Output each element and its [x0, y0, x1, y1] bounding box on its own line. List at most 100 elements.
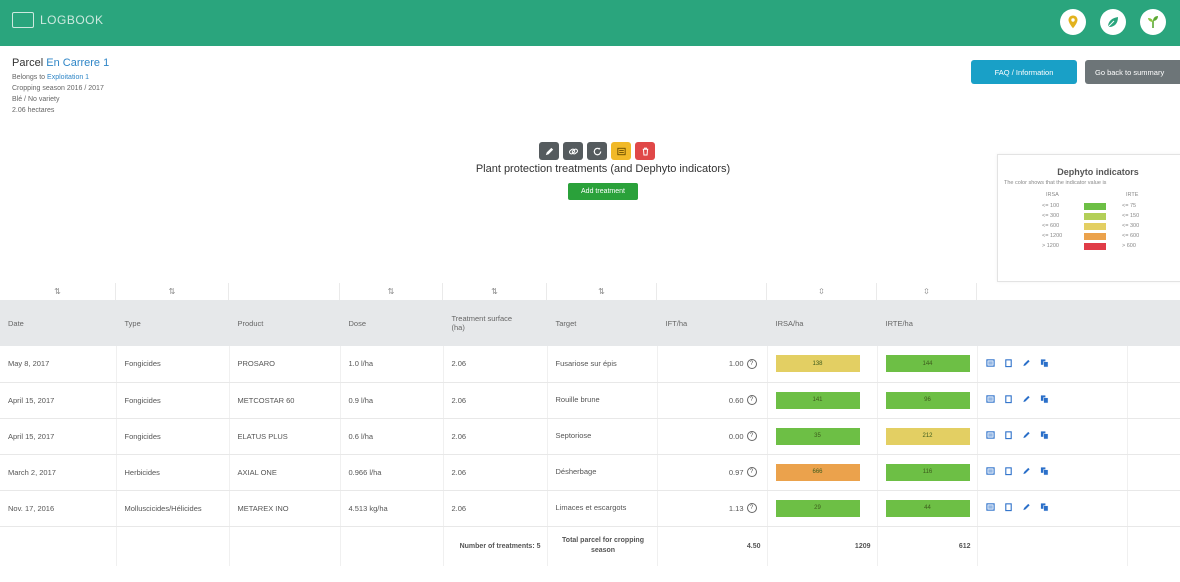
- duplicate-icon[interactable]: [1040, 502, 1049, 514]
- legend-subtitle: The color shows that the indicator value…: [1004, 180, 1107, 186]
- copy-icon[interactable]: [1004, 466, 1013, 478]
- edit-icon[interactable]: [1022, 502, 1031, 514]
- link-button[interactable]: [563, 142, 583, 160]
- legend-col-irsa: IRSA: [1046, 192, 1059, 198]
- parcel-name-link[interactable]: En Carrere 1: [46, 57, 109, 69]
- edit-icon[interactable]: [1022, 430, 1031, 442]
- cell-dose: 0.966 l/ha: [340, 454, 444, 491]
- copy-icon[interactable]: [1004, 358, 1013, 370]
- cell-date: April 15, 2017: [0, 418, 117, 455]
- delete-row-button[interactable]: ×: [1127, 490, 1180, 527]
- delete-parcel-button[interactable]: [635, 142, 655, 160]
- irsa-bar: 141: [775, 391, 860, 409]
- logo[interactable]: LOGBOOK: [12, 12, 104, 28]
- cell-product: AXIAL ONE: [229, 454, 341, 491]
- col-irte: IRTE/ha: [877, 300, 978, 346]
- sort-date-icon[interactable]: ⇅: [0, 283, 116, 300]
- sprout-icon[interactable]: [1140, 9, 1166, 35]
- delete-row-button[interactable]: ×: [1127, 454, 1180, 491]
- treatment-count: Number of treatments: 5: [443, 526, 548, 566]
- cell-type: Fongicides: [116, 382, 230, 419]
- list-icon[interactable]: [985, 466, 995, 478]
- ift-value: 1.13: [728, 503, 744, 513]
- help-icon[interactable]: ?: [746, 358, 757, 369]
- edit-parcel-button[interactable]: [539, 142, 559, 160]
- duplicate-icon[interactable]: [1040, 466, 1049, 478]
- list-icon[interactable]: [985, 394, 995, 406]
- help-icon[interactable]: ?: [746, 467, 757, 477]
- refresh-button[interactable]: [587, 142, 607, 160]
- add-treatment-button[interactable]: Add treatment: [568, 183, 638, 200]
- copy-icon[interactable]: [1004, 430, 1013, 442]
- edit-icon[interactable]: [1022, 466, 1031, 478]
- legend-irsa-4: <= 1200: [1042, 233, 1063, 239]
- total-label: Total parcel for cropping season: [547, 526, 658, 566]
- help-icon[interactable]: ?: [746, 395, 757, 405]
- footer-spacer: [0, 526, 117, 566]
- legend-irsa-1: <= 100: [1042, 203, 1060, 209]
- duplicate-icon[interactable]: [1040, 358, 1049, 370]
- cell-irte: 96: [877, 382, 978, 419]
- parcel-info: Parcel En Carrere 1 Belongs to Exploitat…: [12, 58, 109, 116]
- belongs-label: Belongs to: [12, 74, 46, 81]
- farm-link[interactable]: Exploitation 1: [47, 74, 89, 81]
- list-icon[interactable]: [985, 358, 995, 370]
- row-actions: [985, 430, 1127, 442]
- sort-irsa-icon[interactable]: ⇳: [767, 283, 877, 300]
- faq-button[interactable]: FAQ / Information: [971, 60, 1077, 84]
- legend-irte-2: <= 150: [1122, 213, 1140, 219]
- list-view-button[interactable]: [611, 142, 631, 160]
- delete-row-button[interactable]: ×: [1127, 346, 1180, 383]
- list-icon[interactable]: [985, 430, 995, 442]
- cell-target: Fusariose sur épis: [547, 346, 658, 383]
- table-row: May 8, 2017 Fongicides PROSARO 1.0 l/ha 2.06…: [0, 346, 1180, 383]
- cell-irsa: 141: [767, 382, 878, 419]
- cell-irsa: 29: [767, 490, 878, 527]
- sort-target-icon[interactable]: ⇅: [547, 283, 657, 300]
- copy-icon[interactable]: [1004, 394, 1013, 406]
- edit-icon[interactable]: [1022, 358, 1031, 370]
- treatments-table: Date Type Product Dose Treatment surface…: [0, 300, 1180, 566]
- cell-type: Fongicides: [116, 418, 230, 455]
- location-pin-icon[interactable]: [1060, 9, 1086, 35]
- col-actions: [977, 300, 1128, 346]
- trash-icon: [642, 147, 648, 155]
- help-icon[interactable]: ?: [746, 503, 757, 513]
- edit-icon[interactable]: [1022, 394, 1031, 406]
- list-icon: [616, 147, 626, 155]
- cell-irsa: 35: [767, 418, 878, 455]
- back-to-summary-button[interactable]: Go back to summary: [1085, 60, 1180, 84]
- row-actions: [985, 466, 1127, 478]
- ift-value: 0.60: [728, 395, 744, 405]
- list-icon[interactable]: [985, 502, 995, 514]
- cell-irte: 212: [877, 418, 978, 455]
- leaf-icon[interactable]: [1100, 9, 1126, 35]
- top-icons: [1060, 9, 1166, 35]
- total-ift: 4.50: [657, 526, 768, 566]
- delete-row-button[interactable]: ×: [1127, 382, 1180, 419]
- cell-irsa: 666: [767, 454, 878, 491]
- duplicate-icon[interactable]: [1040, 430, 1049, 442]
- sort-surface-icon[interactable]: ⇅: [443, 283, 547, 300]
- sort-dose-icon[interactable]: ⇅: [340, 283, 443, 300]
- cell-target: Septoriose: [547, 418, 658, 455]
- legend-swatch-1: [1084, 203, 1106, 210]
- duplicate-icon[interactable]: [1040, 394, 1049, 406]
- cell-surface: 2.06: [443, 490, 548, 527]
- cell-irte: 144: [877, 346, 978, 383]
- top-bar: LOGBOOK: [0, 0, 1180, 46]
- logo-text: LOGBOOK: [40, 13, 104, 27]
- delete-row-button[interactable]: ×: [1127, 418, 1180, 455]
- irte-bar: 144: [885, 355, 970, 373]
- cell-product: PROSARO: [229, 346, 341, 383]
- sort-irte-icon[interactable]: ⇳: [877, 283, 977, 300]
- cell-actions: [977, 490, 1128, 527]
- logo-icon: [12, 12, 34, 28]
- sort-type-icon[interactable]: ⇅: [116, 283, 229, 300]
- cell-ift: 0.97?: [657, 454, 768, 491]
- copy-icon[interactable]: [1004, 502, 1013, 514]
- help-icon[interactable]: ?: [746, 431, 757, 441]
- col-delete: ×: [1127, 300, 1180, 346]
- cell-surface: 2.06: [443, 382, 548, 419]
- ift-value-group: 1.00?: [729, 358, 757, 369]
